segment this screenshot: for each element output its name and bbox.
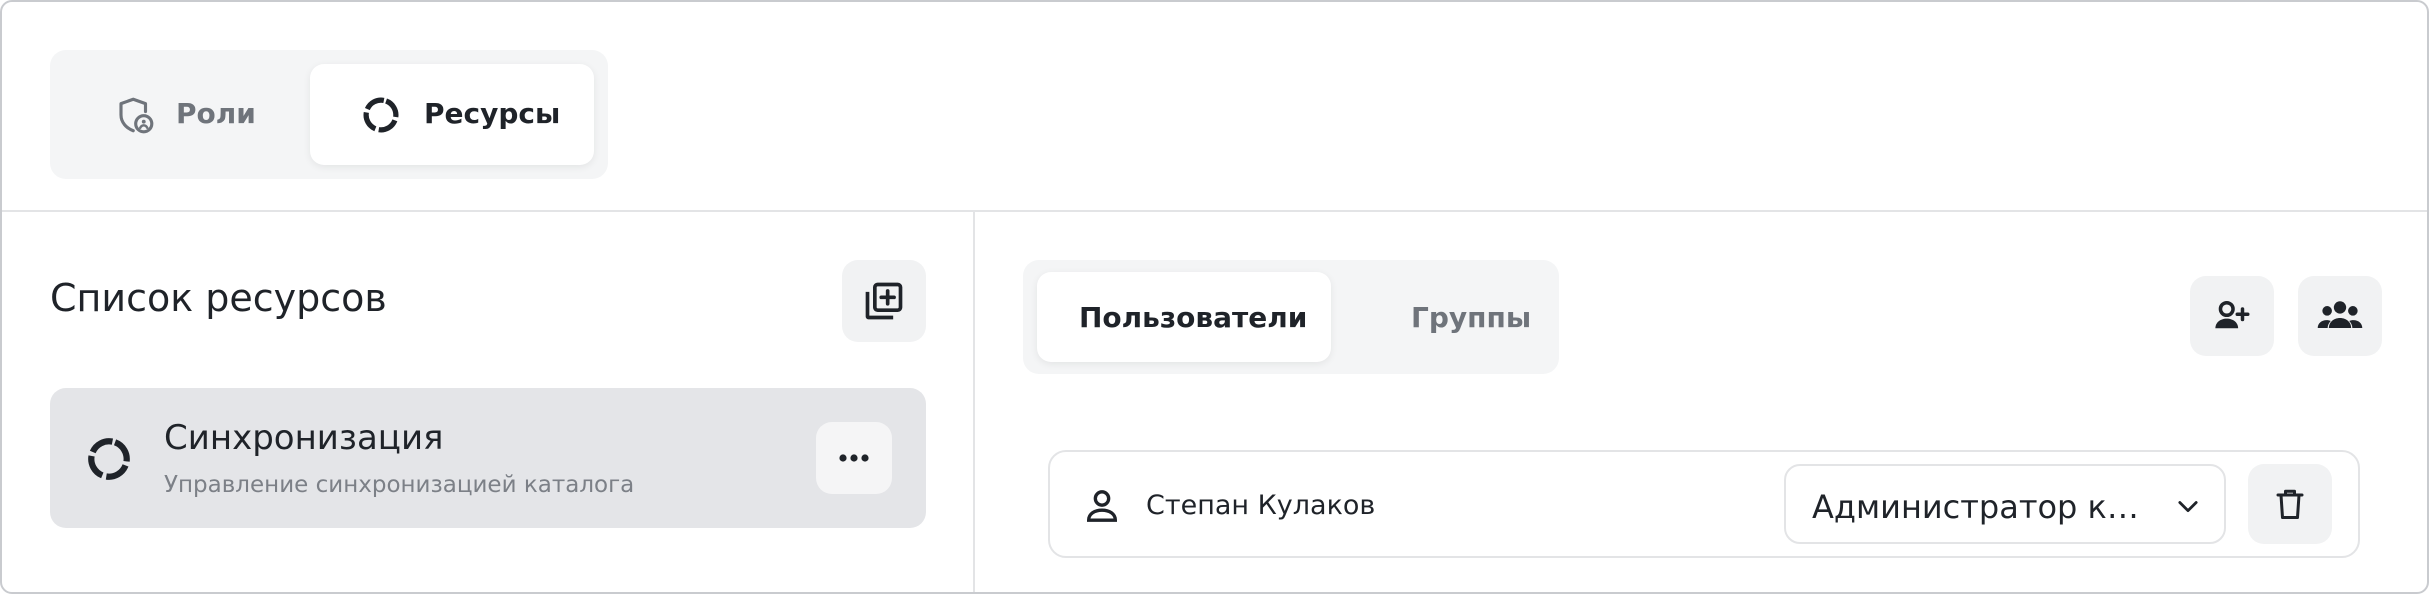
user-row: Степан Кулаков Администратор каталога bbox=[1048, 450, 2360, 558]
resource-name: Синхронизация bbox=[164, 418, 444, 458]
tab-resources[interactable]: Ресурсы bbox=[310, 64, 594, 165]
header-divider bbox=[2, 210, 2427, 212]
tab-groups-label: Группы bbox=[1411, 301, 1532, 334]
tab-roles[interactable]: Роли bbox=[64, 64, 336, 165]
assignment-tab-bar: Пользователи Группы bbox=[1023, 260, 1559, 374]
more-horizontal-icon bbox=[839, 454, 869, 462]
role-select-value: Администратор каталога bbox=[1812, 488, 2156, 526]
resource-description: Управление синхронизацией каталога bbox=[164, 472, 635, 498]
add-resource-button[interactable] bbox=[842, 260, 926, 342]
trash-icon bbox=[2276, 489, 2304, 519]
resource-item-sync[interactable]: Синхронизация Управление синхронизацией … bbox=[50, 388, 926, 528]
chevron-down-icon bbox=[2178, 501, 2198, 513]
tab-roles-label: Роли bbox=[176, 97, 256, 130]
shield-user-icon bbox=[119, 97, 154, 134]
tab-users[interactable]: Пользователи bbox=[1037, 272, 1331, 362]
add-library-icon bbox=[865, 282, 903, 320]
app-window: Роли Ресурсы Список ресурсов Синхронизац… bbox=[0, 0, 2429, 594]
role-select[interactable]: Администратор каталога bbox=[1784, 464, 2226, 544]
add-user-button[interactable] bbox=[2190, 276, 2274, 356]
tab-users-label: Пользователи bbox=[1079, 301, 1308, 334]
tab-resources-label: Ресурсы bbox=[424, 97, 561, 130]
user-icon bbox=[1086, 490, 1118, 522]
top-tab-bar: Роли Ресурсы bbox=[50, 50, 608, 179]
tab-groups[interactable]: Группы bbox=[1333, 272, 1547, 362]
add-user-icon bbox=[2215, 300, 2250, 329]
add-group-icon bbox=[2317, 301, 2363, 328]
ring-icon bbox=[363, 97, 399, 133]
delete-user-button[interactable] bbox=[2248, 464, 2332, 544]
ring-icon bbox=[88, 438, 130, 480]
user-name: Степан Кулаков bbox=[1146, 490, 1376, 521]
resource-more-button[interactable] bbox=[816, 422, 892, 494]
add-group-button[interactable] bbox=[2298, 276, 2382, 356]
resource-list-title: Список ресурсов bbox=[50, 276, 387, 320]
panel-divider bbox=[973, 212, 975, 592]
